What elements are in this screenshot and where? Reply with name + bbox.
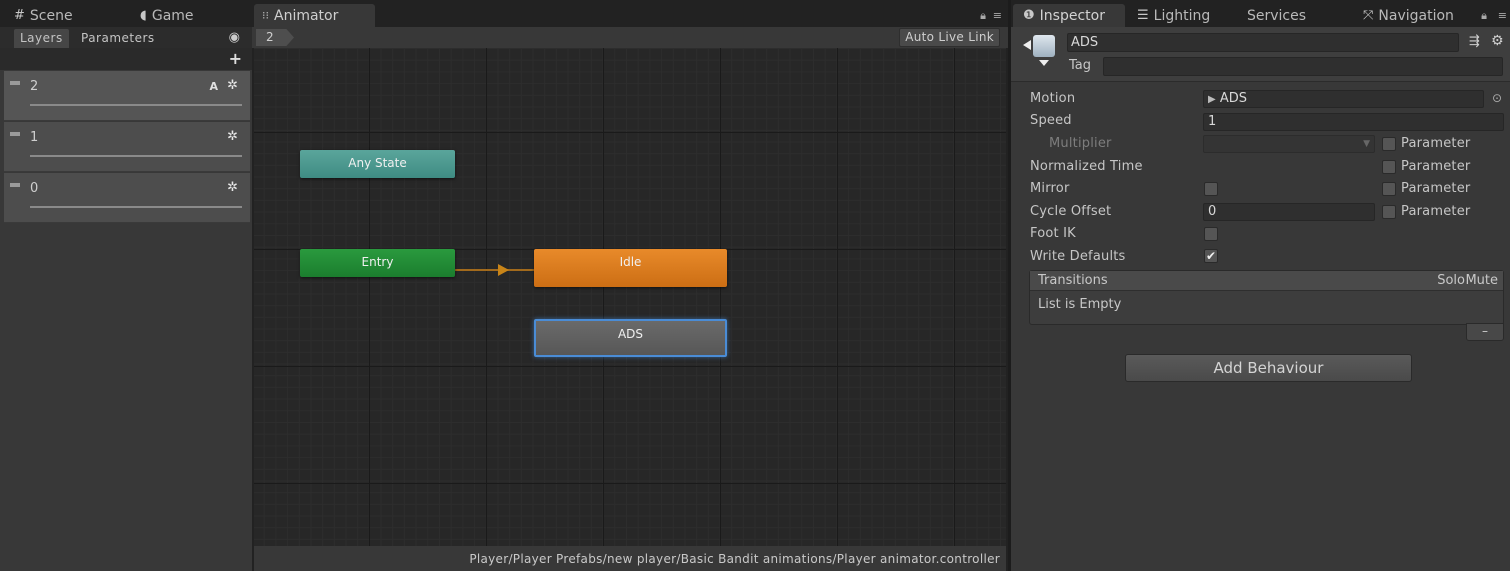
state-entry[interactable]: Entry [300,249,455,277]
sliders-icon[interactable]: ⇶ [1469,34,1480,49]
layer-toolbar: + [0,48,252,70]
animator-icon: ⁝⁝ [262,9,269,22]
lock-icon[interactable]: 🔒︎ [1481,9,1487,23]
remove-transition-button[interactable]: – [1466,323,1504,341]
controller-path: Player/Player Prefabs/new player/Basic B… [469,552,1000,566]
layer-weight-slider[interactable] [30,155,242,157]
foot-ik-label: Foot IK [1030,226,1076,241]
breadcrumb: 2 Auto Live Link [252,27,1008,48]
tab-lighting[interactable]: ☰ Lighting [1127,4,1220,27]
gear-icon[interactable]: ⚙ [1491,33,1504,49]
solo-column-label: Solo [1437,273,1465,288]
multiplier-dropdown: ▼ [1203,135,1375,153]
pacman-icon: ◖ [140,8,147,23]
transitions-title: Transitions [1038,273,1108,288]
foot-ik-checkbox[interactable] [1204,227,1218,241]
grid-icon: # [14,8,25,23]
layer-name: 0 [30,181,39,196]
animator-state-icon [1023,35,1057,66]
left-tab-bar: # Scene ◖ Game [0,0,252,27]
empty-list-text: List is Empty [1038,297,1122,312]
menu-icon[interactable]: ≡ [993,9,1002,22]
multiplier-label: Multiplier [1049,136,1112,151]
motion-field[interactable]: ▶︎ ADS [1203,90,1484,108]
transition-arrow-icon [498,264,509,276]
animator-tab-bar: ⁝⁝ Animator 🔒︎ ≡ [252,0,1008,27]
eye-icon[interactable]: ◉ [229,30,240,45]
layers-panel: # Scene ◖ Game Layers Parameters ◉ + 2 A… [0,0,252,571]
transition-line[interactable] [455,269,534,271]
state-any-state[interactable]: Any State [300,150,455,178]
tab-game[interactable]: ◖ Game [130,4,204,27]
animation-clip-icon: ▶︎ [1208,94,1216,105]
animator-window: ⁝⁝ Animator 🔒︎ ≡ 2 Auto Live Link Any St… [252,0,1008,571]
chevron-down-icon: ▼ [1363,139,1370,149]
transitions-list: Transitions Solo Mute List is Empty – [1029,270,1504,341]
transitions-header: Transitions Solo Mute [1030,271,1503,291]
parameter-label: Parameter [1401,159,1471,174]
tag-field[interactable] [1103,57,1503,76]
layer-item[interactable]: 1 ✲ [4,122,250,172]
parameter-label: Parameter [1401,136,1471,151]
cycle-offset-label: Cycle Offset [1030,204,1112,219]
normalized-time-parameter-checkbox[interactable] [1382,160,1396,174]
tab-animator[interactable]: ⁝⁝ Animator [254,4,375,27]
gear-icon[interactable]: ✲ [227,180,238,195]
layer-item[interactable]: 2 A ✲ [4,71,250,121]
drag-handle-icon[interactable] [10,183,20,187]
mirror-label: Mirror [1030,181,1070,196]
add-layer-button[interactable]: + [229,49,242,68]
tab-scene[interactable]: # Scene [4,4,83,27]
mirror-parameter-checkbox[interactable] [1382,182,1396,196]
state-ads[interactable]: ADS [534,319,727,357]
tab-parameters[interactable]: Parameters [75,29,161,48]
layer-weight-slider[interactable] [30,206,242,208]
tag-label: Tag [1069,58,1092,73]
normalized-time-label: Normalized Time [1030,159,1143,174]
lighting-icon: ☰ [1137,8,1149,23]
status-bar: Player/Player Prefabs/new player/Basic B… [254,546,1006,571]
tab-navigation[interactable]: ⤧ Navigation [1353,4,1464,27]
tab-services[interactable]: Services [1237,4,1316,27]
state-machine-canvas[interactable]: Any State Entry Idle ADS [254,48,1006,546]
inspector-panel: ❶ Inspector ☰ Lighting Services ⤧ Naviga… [1008,0,1510,571]
multiplier-parameter-checkbox[interactable] [1382,137,1396,151]
write-defaults-checkbox[interactable]: ✔ [1204,249,1218,263]
additive-badge: A [209,80,218,93]
layer-name: 1 [30,130,39,145]
drag-handle-icon[interactable] [10,81,20,85]
mirror-checkbox[interactable] [1204,182,1218,196]
navigation-icon: ⤧ [1363,8,1374,23]
add-behaviour-button[interactable]: Add Behaviour [1125,354,1412,382]
auto-live-link-button[interactable]: Auto Live Link [899,28,1000,47]
parameter-label: Parameter [1401,204,1471,219]
tab-inspector[interactable]: ❶ Inspector [1013,4,1125,27]
speed-field[interactable]: 1 [1203,113,1504,131]
inspector-tab-bar: ❶ Inspector ☰ Lighting Services ⤧ Naviga… [1011,0,1510,27]
gear-icon[interactable]: ✲ [227,78,238,93]
motion-label: Motion [1030,91,1076,106]
state-name-field[interactable]: ADS [1067,33,1459,52]
parameter-label: Parameter [1401,181,1471,196]
menu-icon[interactable]: ≡ [1498,9,1507,22]
inspector-header: ADS ⇶ ⚙ Tag [1011,27,1510,82]
breadcrumb-layer[interactable]: 2 [256,29,294,46]
speed-label: Speed [1030,113,1072,128]
write-defaults-label: Write Defaults [1030,249,1126,264]
layer-item[interactable]: 0 ✲ [4,173,250,223]
state-idle[interactable]: Idle [534,249,727,287]
lock-icon[interactable]: 🔒︎ [980,9,986,23]
checkmark-icon: ✔ [1205,249,1217,263]
tab-layers[interactable]: Layers [14,29,69,48]
gear-icon[interactable]: ✲ [227,129,238,144]
mute-column-label: Mute [1465,273,1498,288]
drag-handle-icon[interactable] [10,132,20,136]
cycle-offset-field[interactable]: 0 [1203,203,1375,221]
layer-weight-slider[interactable] [30,104,242,106]
layer-name: 2 [30,79,39,94]
object-picker-icon[interactable]: ⊙ [1492,91,1502,105]
layers-parameters-tabs: Layers Parameters ◉ [0,27,252,48]
info-icon: ❶ [1023,8,1035,23]
cycle-offset-parameter-checkbox[interactable] [1382,205,1396,219]
